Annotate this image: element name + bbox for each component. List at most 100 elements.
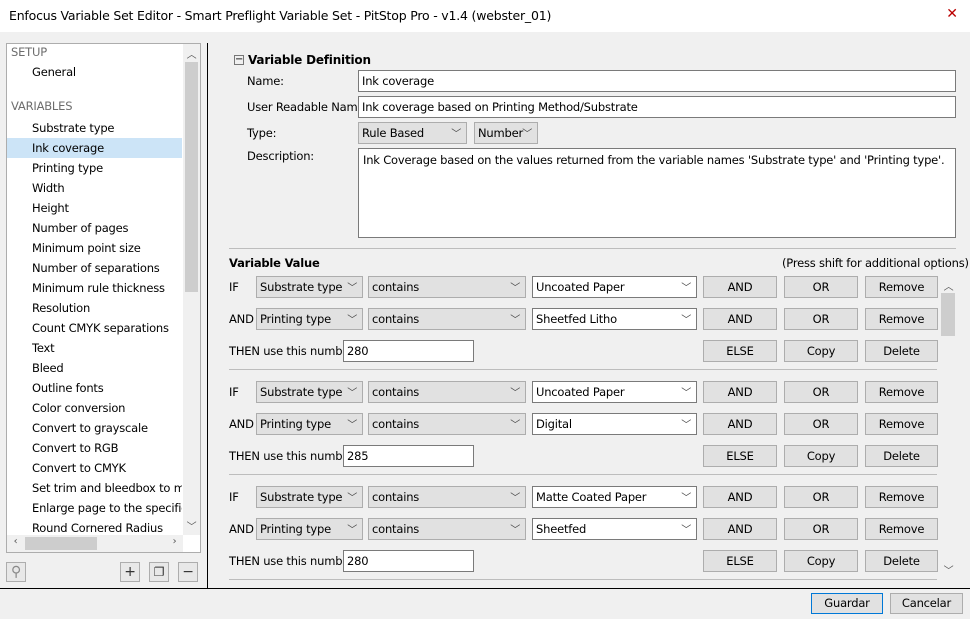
subtype-select[interactable]: Number ﹀ <box>474 122 538 144</box>
variable-select[interactable]: Substrate type ﹀ <box>256 276 363 298</box>
else-button[interactable]: ELSE <box>703 340 777 362</box>
remove-button[interactable]: Remove <box>865 518 938 540</box>
and-button[interactable]: AND <box>703 308 777 330</box>
value-select[interactable]: Uncoated Paper ﹀ <box>532 276 697 298</box>
list-item[interactable]: Color conversion <box>32 398 182 418</box>
variable-select[interactable]: Printing type ﹀ <box>256 308 363 330</box>
value-select[interactable]: Uncoated Paper ﹀ <box>532 381 697 403</box>
list-item[interactable]: Outline fonts <box>32 378 182 398</box>
scroll-thumb[interactable] <box>941 293 955 336</box>
list-item[interactable]: Height <box>32 198 182 218</box>
list-item[interactable]: Count CMYK separations <box>32 318 182 338</box>
rules-scrollbar[interactable]: ︿ ﹀ <box>940 278 956 578</box>
scroll-left-icon[interactable]: ‹ <box>7 536 24 547</box>
name-input[interactable]: Ink coverage <box>358 70 956 92</box>
variable-select[interactable]: Substrate type ﹀ <box>256 381 363 403</box>
then-label: THEN use this number: <box>229 554 358 568</box>
type-select[interactable]: Rule Based ﹀ <box>358 122 467 144</box>
and-button[interactable]: AND <box>703 413 777 435</box>
result-input[interactable]: 285 <box>343 445 474 467</box>
value-select[interactable]: Digital ﹀ <box>532 413 697 435</box>
operator-select[interactable]: contains ﹀ <box>368 518 526 540</box>
save-button[interactable]: Guardar <box>811 593 883 614</box>
list-item-general[interactable]: General <box>32 62 182 82</box>
or-button[interactable]: OR <box>784 518 858 540</box>
chevron-down-icon: ﹀ <box>510 493 520 504</box>
chevron-down-icon: ﹀ <box>347 493 357 504</box>
or-button[interactable]: OR <box>784 276 858 298</box>
operator-select[interactable]: contains ﹀ <box>368 381 526 403</box>
remove-button[interactable]: Remove <box>865 486 938 508</box>
horizontal-scrollbar[interactable]: ‹ › <box>7 535 183 552</box>
operator-select[interactable]: contains ﹀ <box>368 486 526 508</box>
list-item[interactable]: Substrate type <box>32 118 182 138</box>
scroll-thumb[interactable] <box>25 537 97 550</box>
list-item[interactable]: Number of pages <box>32 218 182 238</box>
scroll-up-icon[interactable]: ︿ <box>183 46 200 61</box>
copy-button[interactable]: Copy <box>784 445 858 467</box>
close-icon[interactable]: ✕ <box>942 6 962 26</box>
and-button[interactable]: AND <box>703 381 777 403</box>
and-button[interactable]: AND <box>703 518 777 540</box>
list-item[interactable]: Convert to grayscale <box>32 418 182 438</box>
value-select[interactable]: Matte Coated Paper ﹀ <box>532 486 697 508</box>
scroll-down-icon[interactable]: ﹀ <box>940 562 957 577</box>
copy-button[interactable]: Copy <box>784 340 858 362</box>
or-button[interactable]: OR <box>784 381 858 403</box>
list-item[interactable]: Width <box>32 178 182 198</box>
and-button[interactable]: AND <box>703 486 777 508</box>
delete-button[interactable]: Delete <box>865 340 938 362</box>
operator-select-value: contains <box>372 385 420 399</box>
and-button[interactable]: AND <box>703 276 777 298</box>
remove-button[interactable]: Remove <box>865 381 938 403</box>
list-item[interactable]: Resolution <box>32 298 182 318</box>
variable-select[interactable]: Substrate type ﹀ <box>256 486 363 508</box>
delete-button[interactable]: Delete <box>865 550 938 572</box>
remove-button[interactable]: Remove <box>865 413 938 435</box>
list-item[interactable]: Printing type <box>32 158 182 178</box>
result-input[interactable]: 280 <box>343 550 474 572</box>
else-button[interactable]: ELSE <box>703 550 777 572</box>
list-item[interactable]: Ink coverage <box>7 138 182 158</box>
list-item[interactable]: Minimum rule thickness <box>32 278 182 298</box>
variable-select[interactable]: Printing type ﹀ <box>256 413 363 435</box>
list-item[interactable]: Bleed <box>32 358 182 378</box>
value-select[interactable]: Sheetfed ﹀ <box>532 518 697 540</box>
add-variable-button[interactable]: + <box>120 562 140 582</box>
list-item[interactable]: Convert to CMYK <box>32 458 182 478</box>
list-item[interactable]: Set trim and bleedbox to ma <box>32 478 182 498</box>
scroll-up-icon[interactable]: ︿ <box>940 278 957 293</box>
list-item[interactable]: Text <box>32 338 182 358</box>
remove-variable-button[interactable]: − <box>178 562 198 582</box>
list-item[interactable]: Minimum point size <box>32 238 182 258</box>
scroll-right-icon[interactable]: › <box>166 536 183 547</box>
copy-button[interactable]: Copy <box>784 550 858 572</box>
or-button[interactable]: OR <box>784 308 858 330</box>
operator-select[interactable]: contains ﹀ <box>368 413 526 435</box>
collapse-icon[interactable]: − <box>234 55 244 65</box>
list-item[interactable]: Enlarge page to the specifiec <box>32 498 182 518</box>
or-button[interactable]: OR <box>784 413 858 435</box>
remove-button[interactable]: Remove <box>865 308 938 330</box>
search-icon[interactable]: ⚲ <box>6 562 26 582</box>
variable-select[interactable]: Printing type ﹀ <box>256 518 363 540</box>
vertical-scrollbar[interactable]: ︿ ﹀ <box>183 44 200 535</box>
list-item[interactable]: Number of separations <box>32 258 182 278</box>
cancel-button[interactable]: Cancelar <box>890 593 963 614</box>
user-readable-name-input[interactable]: Ink coverage based on Printing Method/Su… <box>358 96 956 118</box>
operator-select[interactable]: contains ﹀ <box>368 308 526 330</box>
scroll-thumb[interactable] <box>185 62 198 292</box>
delete-button[interactable]: Delete <box>865 445 938 467</box>
name-label: Name: <box>247 74 284 88</box>
variable-list[interactable]: SETUP General VARIABLES Substrate type In… <box>6 43 201 553</box>
duplicate-icon[interactable]: ❐ <box>149 562 169 582</box>
list-item[interactable]: Convert to RGB <box>32 438 182 458</box>
remove-button[interactable]: Remove <box>865 276 938 298</box>
description-textarea[interactable]: Ink Coverage based on the values returne… <box>358 148 956 238</box>
else-button[interactable]: ELSE <box>703 445 777 467</box>
operator-select[interactable]: contains ﹀ <box>368 276 526 298</box>
scroll-down-icon[interactable]: ﹀ <box>183 518 200 533</box>
value-select[interactable]: Sheetfed Litho ﹀ <box>532 308 697 330</box>
result-input[interactable]: 280 <box>343 340 474 362</box>
or-button[interactable]: OR <box>784 486 858 508</box>
